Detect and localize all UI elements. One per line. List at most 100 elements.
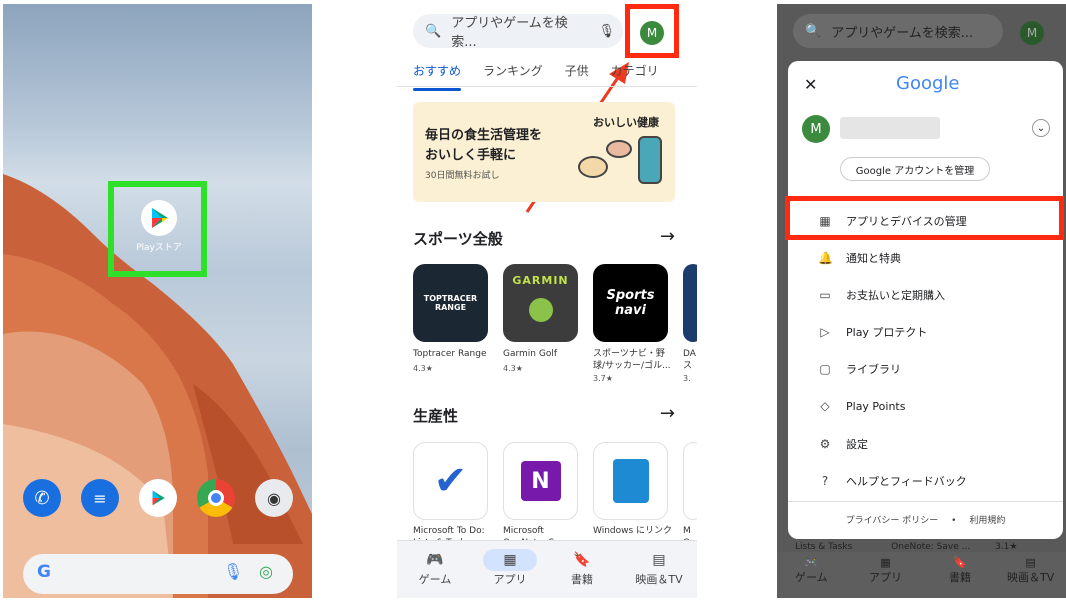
terms-link[interactable]: 利用規約 [969,516,1005,526]
close-icon[interactable]: ✕ [804,75,817,94]
nav-games: 🎮 ゲーム [795,556,828,585]
movie-icon: ▤ [1025,556,1036,569]
play-store-dock-icon[interactable] [139,479,177,517]
dock: ✆ ≡ ◉ [3,479,312,529]
search-icon: 🔍 [805,23,822,39]
menu-label: ヘルプとフィードバック [846,475,967,488]
app-card-toptracer[interactable]: TOPTRACER RANGE [413,264,488,342]
nav-apps-label: アプリ [493,573,527,586]
menu-library[interactable]: ▢ ライブラリ [818,361,901,377]
chevron-down-icon[interactable]: ⌄ [1032,119,1050,137]
privacy-link[interactable]: プライバシー ポリシー [846,516,939,526]
card-icon: ▭ [819,288,831,302]
play-store-app[interactable]: Playストア [121,200,197,253]
menu-label: Play プロテクト [846,326,928,339]
apps-icon: ▦ [483,549,537,571]
section-productivity-arrow-icon[interactable]: → [660,403,675,424]
banner-line2: おいしく手軽に [425,148,517,163]
folder-icon: ▢ [819,362,831,376]
menu-payments[interactable]: ▭ お支払いと定期購入 [818,287,945,303]
gear-icon: ⚙ [819,437,831,451]
nav-books-label: 書籍 [571,573,593,586]
sheet-avatar: M [802,115,830,143]
app-name-toptracer: Toptracer Range [413,349,487,359]
nav-apps[interactable]: ▦ アプリ [483,549,537,587]
app-rating-partial: 3. [683,374,691,383]
app-card-phonelink[interactable] [593,442,668,520]
lens-icon[interactable]: ◎ [259,562,273,581]
app-name-partial: DA ス [683,349,696,371]
sportsnavi-logo: Sports navi [606,288,655,318]
menu-play-protect[interactable]: ▷ Play プロテクト [818,324,927,340]
nav-label: 書籍 [949,571,971,584]
bell-icon: 🔔 [818,251,833,265]
account-name-blurred [840,117,940,139]
camera-icon[interactable]: ◉ [255,479,293,517]
app-rating-garmin: 4.3★ [503,364,523,373]
onenote-logo: N [520,461,561,501]
google-logo: Google [896,73,960,94]
app-name-sportsnavi: スポーツナビ・野球/サッカー/ゴル... [593,349,671,371]
menu-play-points[interactable]: ◇ Play Points [818,399,905,413]
help-icon: ? [821,474,829,488]
app-card-onenote[interactable]: N [503,442,578,520]
shield-icon: ▷ [820,325,830,339]
garmin-logo: GARMIN [512,274,569,287]
menu-settings[interactable]: ⚙ 設定 [818,436,868,452]
messages-icon[interactable]: ≡ [81,479,119,517]
tab-ranking[interactable]: ランキング [483,62,543,79]
app-label: Playストア [136,243,182,253]
toptracer-logo: TOPTRACER RANGE [423,294,478,312]
tab-recommended[interactable]: おすすめ [413,62,462,91]
play-store-icon [141,200,177,236]
app-card-todo[interactable]: ✔ [413,442,488,520]
search-placeholder: アプリやゲームを検索... [831,25,974,41]
highlight-box-manage-apps [785,196,1064,240]
tab-category[interactable]: カテゴリ [611,62,659,79]
app-rating-sportsnavi: 3.7★ [593,374,613,383]
dimmed-avatar: M [1020,21,1044,45]
account-menu-screen: 🔍 アプリやゲームを検索... M ✕ Google M ⌄ Google アカ… [777,4,1066,598]
sheet-footer: プライバシー ポリシー • 利用規約 [788,513,1063,526]
nav-label: ゲーム [795,571,828,584]
menu-help[interactable]: ? ヘルプとフィードバック [818,473,967,489]
app-rating-toptracer: 4.3★ [413,364,433,373]
home-screen: Playストア ✆ ≡ ◉ G 🎙 ◎ [3,4,312,598]
mic-icon[interactable]: 🎙 [223,562,243,581]
promo-banner[interactable]: 毎日の食生活管理を おいしく手軽に 30日間無料お試し おいしい健康 [413,102,675,202]
golf-ball-icon [528,298,553,322]
book-icon: 🔖 [953,556,967,569]
account-sheet: ✕ Google M ⌄ Google アカウントを管理 ▦ アプリとデバイスの… [788,61,1063,539]
gamepad-icon: 🎮 [804,556,819,569]
book-icon: 🔖 [573,552,591,568]
section-sports-arrow-icon[interactable]: → [660,226,675,247]
app-card-sportsnavi[interactable]: Sports navi [593,264,668,342]
nav-books[interactable]: 🔖 書籍 [567,549,597,587]
manage-account-button[interactable]: Google アカウントを管理 [840,157,990,181]
menu-label: 設定 [846,438,868,451]
phone-icon[interactable]: ✆ [23,479,61,517]
nav-games[interactable]: 🎮 ゲーム [415,549,455,587]
nav-games-label: ゲーム [418,573,452,586]
google-search-bar[interactable]: G 🎙 ◎ [23,554,293,594]
menu-label: お支払いと定期購入 [846,289,945,302]
bg-text-1: Lists & Tasks [795,542,853,552]
dimmed-bottom-nav: 🎮 ゲーム ▦ アプリ 🔖 書籍 ▤ 映画＆TV [777,552,1066,598]
tab-bar: おすすめ ランキング 子供 カテゴリ [413,62,659,91]
banner-illustration [578,136,666,192]
menu-notifications[interactable]: 🔔 通知と特典 [818,250,901,266]
section-sports-title: スポーツ全般 [413,230,503,248]
app-card-garmin[interactable]: GARMIN [503,264,578,342]
banner-line1: 毎日の食生活管理を [425,128,543,143]
dimmed-bg-text: Lists & Tasks OneNote: Save ... 3.1★ [795,542,1065,552]
movie-icon: ▤ [652,552,666,568]
app-card-partial2[interactable] [683,442,697,520]
app-card-partial[interactable] [683,264,697,342]
footer-separator: • [951,516,957,526]
menu-label: Play Points [846,399,906,413]
tab-kids[interactable]: 子供 [565,62,589,79]
bg-text-3: 3.1★ [995,542,1018,552]
nav-movies[interactable]: ▤ 映画＆TV [629,549,689,587]
chrome-icon[interactable] [197,479,235,517]
bg-text-2: OneNote: Save ... [891,542,971,552]
